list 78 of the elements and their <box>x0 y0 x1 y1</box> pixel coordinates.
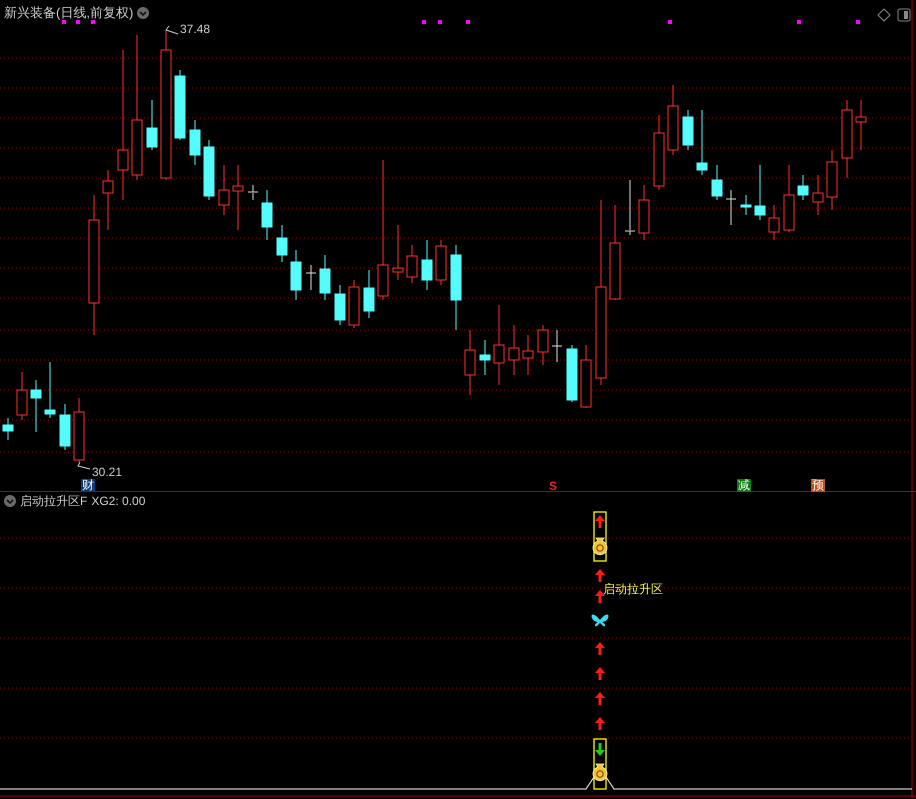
candlestick <box>464 330 476 396</box>
candlestick <box>726 190 736 226</box>
up-arrow-icon <box>595 717 605 730</box>
event-badge[interactable]: 减 <box>737 479 751 492</box>
pointer-icon <box>166 26 178 34</box>
candlestick <box>784 164 794 232</box>
candlestick <box>204 140 214 200</box>
candlestick <box>712 164 722 200</box>
up-arrow-icon <box>595 692 605 705</box>
butterfly-icon <box>592 614 608 626</box>
candlestick <box>538 324 548 366</box>
candlestick <box>480 340 490 376</box>
candlestick <box>696 110 708 176</box>
candlestick <box>668 84 678 156</box>
low-price-label: 30.21 <box>92 466 122 478</box>
sell-signal: S <box>549 480 558 492</box>
candlestick <box>190 120 200 166</box>
up-arrow-icon <box>595 515 605 528</box>
diamond-icon[interactable] <box>877 8 891 22</box>
candlestick <box>218 164 230 216</box>
candlestick <box>798 174 808 200</box>
candlestick <box>276 224 288 262</box>
zone-label: 启动拉升区 <box>603 583 663 595</box>
candlestick <box>826 150 838 210</box>
candlestick <box>16 372 28 420</box>
high-price-label: 37.48 <box>180 23 210 35</box>
candlestick <box>262 190 272 240</box>
candlestick <box>60 404 70 450</box>
candlestick <box>508 324 520 376</box>
event-badge[interactable]: 财 <box>81 479 95 492</box>
money-bag-icon <box>592 538 608 556</box>
candlestick <box>146 100 158 150</box>
candlestick <box>74 398 84 462</box>
candlestick <box>364 270 374 318</box>
candlestick <box>638 184 650 240</box>
panel-icon[interactable] <box>898 8 910 22</box>
indicator-name: 启动拉升区F <box>20 495 88 507</box>
candlestick <box>2 418 14 440</box>
candlestick <box>624 180 636 236</box>
candlestick <box>392 224 404 280</box>
money-bag-icon <box>592 764 608 782</box>
indicator-value: XG2: 0.00 <box>91 495 146 507</box>
signal-frame <box>593 738 607 790</box>
candlestick <box>436 240 446 286</box>
candlestick <box>174 70 186 140</box>
candlestick <box>740 194 752 216</box>
candlestick <box>580 344 592 408</box>
candlestick <box>856 100 866 150</box>
candlestick <box>406 244 418 284</box>
pointer-icon <box>77 462 90 470</box>
candlestick <box>522 334 534 376</box>
dropdown-icon[interactable] <box>137 6 150 18</box>
down-arrow-icon <box>595 743 605 756</box>
candlestick <box>306 264 316 290</box>
up-arrow-icon <box>595 642 605 655</box>
candlestick <box>44 362 56 418</box>
up-arrow-icon <box>595 667 605 680</box>
up-arrow-icon <box>595 569 605 582</box>
candlestick <box>812 174 824 216</box>
event-badge[interactable]: 预 <box>811 479 825 492</box>
candlestick <box>290 250 302 300</box>
candlestick <box>552 330 562 362</box>
candlestick <box>422 240 432 290</box>
signal-frame <box>593 511 607 562</box>
dropdown-icon[interactable] <box>4 495 16 507</box>
candlestick <box>682 110 694 150</box>
candlestick <box>348 280 360 328</box>
up-arrow-icon <box>595 590 605 603</box>
candlestick <box>248 184 258 200</box>
chart-title: 新兴装备(日线,前复权) <box>4 6 134 19</box>
candlestick <box>232 164 244 230</box>
candlestick <box>566 344 578 402</box>
candlestick <box>30 380 42 432</box>
candlestick <box>320 254 330 300</box>
candlestick <box>754 164 766 220</box>
candlestick <box>334 284 346 326</box>
candlestick <box>768 204 780 240</box>
candlestick <box>102 170 114 230</box>
